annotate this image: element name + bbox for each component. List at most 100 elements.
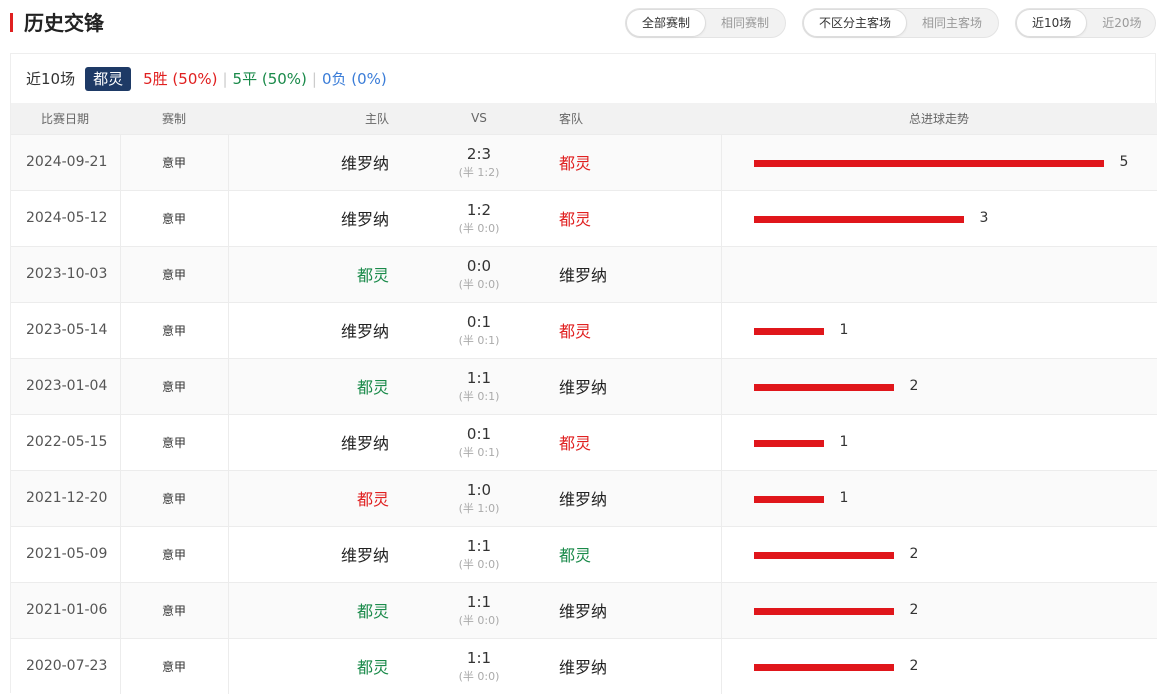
- goal-trend-bar: [753, 215, 964, 223]
- half-time-score: (半 0:1): [458, 389, 500, 403]
- competition-name: 意甲: [120, 526, 229, 582]
- competition-name: 意甲: [120, 414, 229, 470]
- table-row: 2021-01-06 意甲 都灵 1:1 (半 0:0) 维罗纳 2: [11, 582, 1157, 638]
- goal-trend-cell: 1: [721, 470, 1157, 526]
- goal-trend-bar: [753, 439, 824, 447]
- home-team[interactable]: 都灵: [228, 582, 399, 638]
- match-date: 2023-05-14: [11, 302, 121, 358]
- goal-trend-cell: 5: [721, 134, 1157, 190]
- half-time-score: (半 0:0): [458, 557, 500, 571]
- summary-separator: |: [311, 69, 317, 88]
- match-date: 2023-01-04: [11, 358, 121, 414]
- filter-last-10[interactable]: 近10场: [1016, 9, 1088, 37]
- match-score[interactable]: 1:1 (半 0:0): [399, 638, 559, 694]
- goal-trend-bar: [753, 159, 1104, 167]
- away-team[interactable]: 都灵: [559, 526, 722, 582]
- half-time-score: (半 1:2): [458, 165, 500, 179]
- match-score[interactable]: 0:1 (半 0:1): [399, 302, 559, 358]
- match-score[interactable]: 1:1 (半 0:1): [399, 358, 559, 414]
- table-header-row: 比赛日期 赛制 主队 VS 客队 总进球走势: [11, 103, 1157, 134]
- away-team[interactable]: 维罗纳: [559, 246, 722, 302]
- home-team[interactable]: 都灵: [228, 246, 399, 302]
- away-team[interactable]: 都灵: [559, 134, 722, 190]
- goal-total-label: 2: [909, 601, 919, 618]
- header-away: 客队: [559, 111, 584, 126]
- filter-any-venue[interactable]: 不区分主客场: [803, 9, 908, 37]
- match-score[interactable]: 0:1 (半 0:1): [399, 414, 559, 470]
- summary-draws: 5平 (50%): [232, 70, 307, 88]
- summary-wins: 5胜 (50%): [143, 70, 218, 88]
- match-date: 2024-09-21: [11, 134, 121, 190]
- filter-same-venue[interactable]: 相同主客场: [907, 9, 997, 37]
- goal-trend-cell: 2: [721, 638, 1157, 694]
- goal-trend-bar: [753, 663, 894, 671]
- match-score[interactable]: 1:1 (半 0:0): [399, 526, 559, 582]
- full-time-score: 1:2: [466, 200, 492, 219]
- match-score[interactable]: 2:3 (半 1:2): [399, 134, 559, 190]
- home-team[interactable]: 维罗纳: [228, 134, 399, 190]
- filter-same-competition[interactable]: 相同赛制: [706, 9, 784, 37]
- goal-total-label: 5: [1119, 153, 1129, 170]
- table-row: 2020-07-23 意甲 都灵 1:1 (半 0:0) 维罗纳 2: [11, 638, 1157, 694]
- h2h-panel: 近10场 都灵 5胜 (50%) | 5平 (50%) | 0负 (0%) 比赛…: [10, 53, 1157, 694]
- competition-filter: 全部赛制 相同赛制: [625, 8, 786, 38]
- away-team[interactable]: 维罗纳: [559, 470, 722, 526]
- header-home: 主队: [364, 111, 389, 126]
- match-score[interactable]: 0:0 (半 0:0): [399, 246, 559, 302]
- match-date: 2021-01-06: [11, 582, 121, 638]
- home-team[interactable]: 维罗纳: [228, 526, 399, 582]
- goal-trend-bar: [753, 327, 824, 335]
- table-row: 2023-01-04 意甲 都灵 1:1 (半 0:1) 维罗纳 2: [11, 358, 1157, 414]
- goal-total-label: 1: [839, 321, 849, 338]
- goal-total-label: 1: [839, 433, 849, 450]
- header-vs: VS: [471, 111, 487, 126]
- table-row: 2023-05-14 意甲 维罗纳 0:1 (半 0:1) 都灵 1: [11, 302, 1157, 358]
- competition-name: 意甲: [120, 358, 229, 414]
- home-team[interactable]: 维罗纳: [228, 190, 399, 246]
- goal-trend-bar: [753, 495, 824, 503]
- match-date: 2024-05-12: [11, 190, 121, 246]
- away-team[interactable]: 维罗纳: [559, 358, 722, 414]
- summary-losses: 0负 (0%): [321, 70, 387, 88]
- match-score[interactable]: 1:2 (半 0:0): [399, 190, 559, 246]
- half-time-score: (半 0:0): [458, 669, 500, 683]
- summary-range-label: 近10场: [26, 70, 76, 88]
- competition-name: 意甲: [120, 246, 229, 302]
- away-team[interactable]: 都灵: [559, 302, 722, 358]
- full-time-score: 1:1: [466, 648, 492, 667]
- table-row: 2023-10-03 意甲 都灵 0:0 (半 0:0) 维罗纳: [11, 246, 1157, 302]
- goal-total-label: 3: [979, 209, 989, 226]
- home-team[interactable]: 维罗纳: [228, 302, 399, 358]
- away-team[interactable]: 维罗纳: [559, 582, 722, 638]
- full-time-score: 2:3: [466, 144, 492, 163]
- team-badge: 都灵: [85, 66, 132, 91]
- full-time-score: 1:1: [466, 592, 492, 611]
- home-team[interactable]: 维罗纳: [228, 414, 399, 470]
- page-title: 历史交锋: [24, 11, 104, 35]
- away-team[interactable]: 维罗纳: [559, 638, 722, 694]
- match-date: 2021-12-20: [11, 470, 121, 526]
- home-team[interactable]: 都灵: [228, 638, 399, 694]
- half-time-score: (半 0:1): [458, 445, 500, 459]
- table-row: 2022-05-15 意甲 维罗纳 0:1 (半 0:1) 都灵 1: [11, 414, 1157, 470]
- competition-name: 意甲: [120, 134, 229, 190]
- match-score[interactable]: 1:0 (半 1:0): [399, 470, 559, 526]
- goal-total-label: 1: [839, 489, 849, 506]
- filter-all-competitions[interactable]: 全部赛制: [626, 9, 707, 37]
- home-team[interactable]: 都灵: [228, 358, 399, 414]
- match-score[interactable]: 1:1 (半 0:0): [399, 582, 559, 638]
- half-time-score: (半 0:1): [458, 333, 500, 347]
- home-team[interactable]: 都灵: [228, 470, 399, 526]
- goal-trend-bar: [753, 383, 894, 391]
- filter-last-20[interactable]: 近20场: [1087, 9, 1156, 37]
- competition-name: 意甲: [120, 190, 229, 246]
- table-row: 2021-05-09 意甲 维罗纳 1:1 (半 0:0) 都灵 2: [11, 526, 1157, 582]
- goal-trend-cell: 1: [721, 414, 1157, 470]
- full-time-score: 0:1: [466, 312, 492, 331]
- away-team[interactable]: 都灵: [559, 190, 722, 246]
- goal-trend-cell: 2: [721, 582, 1157, 638]
- summary-separator: |: [222, 69, 228, 88]
- competition-name: 意甲: [120, 470, 229, 526]
- away-team[interactable]: 都灵: [559, 414, 722, 470]
- full-time-score: 0:0: [466, 256, 492, 275]
